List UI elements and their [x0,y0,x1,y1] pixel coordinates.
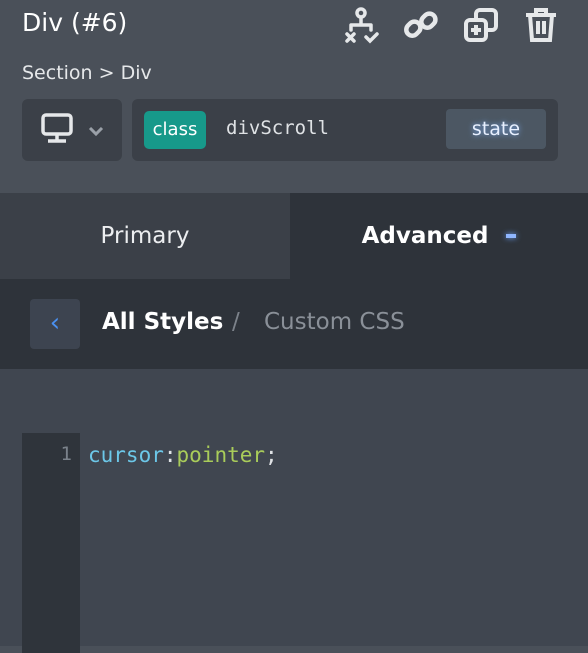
semicolon: ; [265,443,278,467]
active-indicator [506,234,517,238]
css-editor[interactable]: 1 cursor:pointer; [0,369,588,653]
trash-icon[interactable] [522,6,560,44]
line-number: 1 [60,443,72,465]
duplicate-icon[interactable] [462,6,500,44]
class-name[interactable]: divScroll [226,117,329,139]
device-select[interactable] [22,99,122,161]
chevron-left-icon[interactable]: ‹ [30,299,80,349]
desktop-icon [40,112,74,148]
tab-label: Advanced [361,223,489,249]
chevron-down-icon [88,121,104,140]
subnav: ‹ All Styles / Custom CSS [0,279,588,369]
tab-label: Primary [100,223,190,249]
element-title: Div (#6) [22,8,128,37]
line-gutter: 1 [22,433,80,653]
subnav-separator: / [232,309,240,335]
colon: : [163,443,177,467]
tab-advanced[interactable]: Advanced [290,193,588,279]
class-badge: class [144,111,206,149]
breadcrumb: Section > Div [22,62,152,84]
subnav-custom-css[interactable]: Custom CSS [264,309,405,335]
tab-primary[interactable]: Primary [0,193,290,279]
css-value: pointer [176,443,266,467]
code-line[interactable]: cursor:pointer; [88,443,278,467]
css-property: cursor [88,443,164,467]
link-icon[interactable] [402,6,440,44]
state-button[interactable]: state [446,109,546,149]
selector-field[interactable]: class divScroll state [132,99,558,161]
hierarchy-icon[interactable] [342,6,380,44]
subnav-all-styles[interactable]: All Styles [102,309,223,335]
